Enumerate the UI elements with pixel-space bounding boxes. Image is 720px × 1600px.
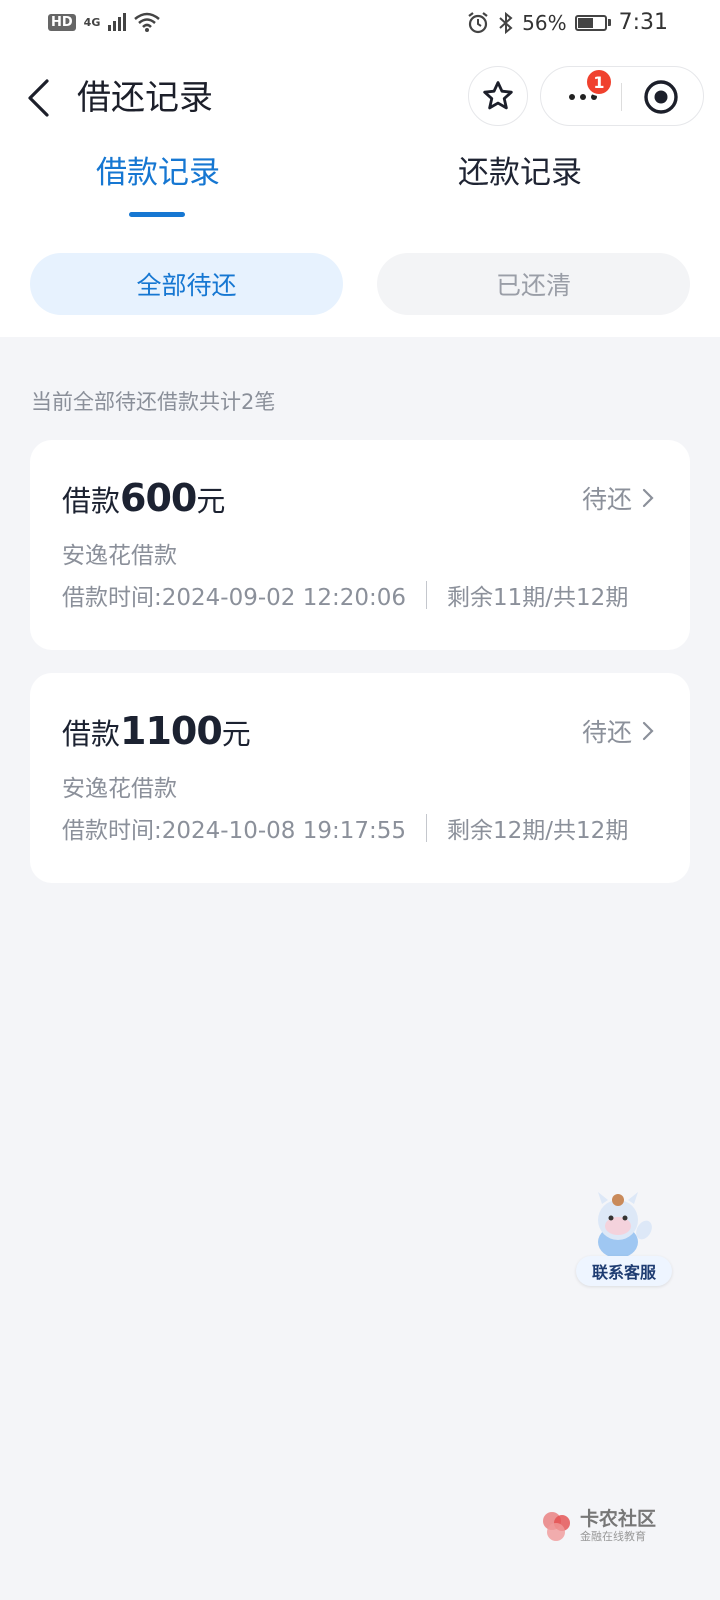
mascot-icon bbox=[598, 1192, 652, 1258]
bluetooth-icon bbox=[499, 11, 513, 34]
wifi-icon bbox=[134, 12, 161, 32]
status-label: 待还 bbox=[581, 485, 632, 514]
filter-paid-off[interactable]: 已还清 bbox=[377, 253, 690, 315]
target-icon bbox=[644, 80, 678, 114]
loan-product: 安逸花借款 bbox=[62, 776, 177, 802]
watermark: 卡农社区 金融在线教育 bbox=[540, 1508, 656, 1544]
watermark-text: 卡农社区 金融在线教育 bbox=[580, 1508, 656, 1544]
hd-icon: HD bbox=[48, 13, 76, 31]
battery-icon bbox=[574, 14, 611, 31]
amount-prefix: 借款 bbox=[62, 717, 121, 751]
meta-divider bbox=[426, 581, 428, 609]
clock: 7:31 bbox=[618, 10, 668, 35]
amount-prefix: 借款 bbox=[62, 484, 121, 518]
active-tab-indicator bbox=[129, 212, 185, 217]
signal-icon bbox=[108, 13, 127, 31]
notification-badge: 1 bbox=[585, 68, 613, 96]
page-title: 借还记录 bbox=[77, 78, 213, 118]
amount-unit: 元 bbox=[221, 717, 251, 751]
status-label: 待还 bbox=[581, 718, 632, 747]
watermark-logo-icon bbox=[543, 1512, 570, 1541]
chevron-right-icon bbox=[642, 488, 654, 508]
alarm-icon bbox=[468, 11, 488, 33]
back-arrow-icon bbox=[28, 79, 49, 117]
tab-loan-records[interactable]: 借款记录 bbox=[0, 150, 316, 196]
loan-amount: 借款 600 元 bbox=[62, 476, 225, 520]
loan-periods: 剩余12期/共12期 bbox=[447, 818, 629, 844]
capsule-divider bbox=[621, 83, 622, 111]
meta-divider bbox=[426, 814, 428, 842]
watermark-subtitle: 金融在线教育 bbox=[580, 1530, 646, 1543]
mini-program-capsule: 1 bbox=[540, 66, 704, 126]
loan-time: 借款时间:2024-10-08 19:17:55 bbox=[62, 818, 407, 844]
loan-time: 借款时间:2024-09-02 12:20:06 bbox=[62, 585, 407, 611]
favorite-button[interactable] bbox=[468, 66, 528, 126]
loan-amount: 借款 1100 元 bbox=[62, 709, 251, 753]
loan-status[interactable]: 待还 bbox=[582, 713, 654, 749]
tab-repayment-records[interactable]: 还款记录 bbox=[340, 150, 700, 196]
record-tabs: 借款记录 还款记录 bbox=[0, 150, 720, 220]
loan-card[interactable]: 借款 600 元 待还 安逸花借款 借款时间:2024-09-02 12:20:… bbox=[30, 440, 690, 650]
nav-bar: 借还记录 1 bbox=[0, 60, 720, 136]
back-button[interactable] bbox=[18, 72, 58, 124]
status-right: 56% 7:31 bbox=[466, 10, 668, 35]
watermark-title: 卡农社区 bbox=[580, 1508, 657, 1530]
chevron-right-icon bbox=[642, 721, 654, 741]
loan-periods: 剩余11期/共12期 bbox=[447, 585, 629, 611]
loan-meta: 借款时间:2024-09-02 12:20:06 剩余11期/共12期 bbox=[62, 578, 628, 612]
amount-unit: 元 bbox=[196, 484, 226, 518]
customer-service-button[interactable]: 联系客服 bbox=[574, 1190, 674, 1290]
header-area: HD 4G 56% 7:31 借还记录 1 借款记录 还款记录 全部待还 已还清 bbox=[0, 0, 720, 337]
loan-status[interactable]: 待还 bbox=[582, 480, 654, 516]
amount-value: 1100 bbox=[120, 709, 223, 753]
battery-percent: 56% bbox=[522, 10, 567, 35]
amount-value: 600 bbox=[120, 476, 197, 520]
loan-product: 安逸花借款 bbox=[62, 543, 177, 569]
filter-all-pending[interactable]: 全部待还 bbox=[30, 253, 343, 315]
close-program-button[interactable] bbox=[641, 77, 681, 117]
customer-service-label: 联系客服 bbox=[576, 1256, 672, 1286]
star-icon bbox=[483, 81, 513, 110]
filter-chips: 全部待还 已还清 bbox=[0, 253, 720, 315]
status-left: HD 4G bbox=[48, 12, 161, 32]
loan-card[interactable]: 借款 1100 元 待还 安逸花借款 借款时间:2024-10-08 19:17… bbox=[30, 673, 690, 883]
loan-meta: 借款时间:2024-10-08 19:17:55 剩余12期/共12期 bbox=[62, 811, 628, 845]
network-type: 4G bbox=[83, 15, 101, 29]
pending-summary: 当前全部待还借款共计2笔 bbox=[31, 390, 276, 414]
status-bar: HD 4G 56% 7:31 bbox=[0, 0, 720, 50]
more-dots-icon bbox=[569, 94, 575, 100]
